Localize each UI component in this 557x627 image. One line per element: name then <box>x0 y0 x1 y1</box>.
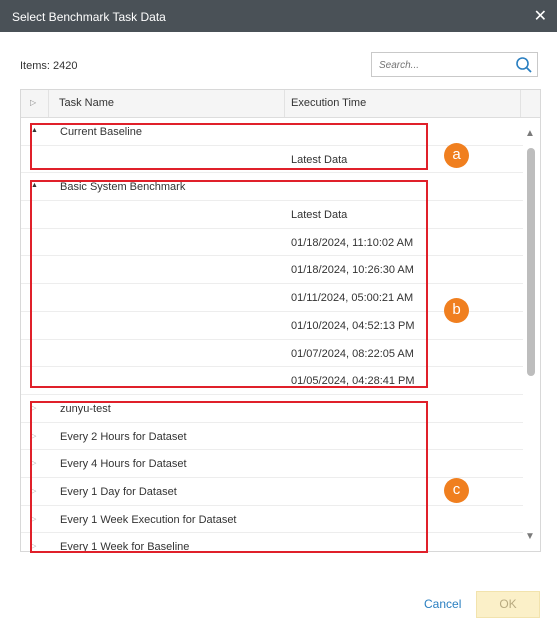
execution-time-cell: 01/18/2024, 11:10:02 AM <box>291 236 414 249</box>
table-row[interactable]: ▲ Basic System Benchmark <box>21 173 523 202</box>
execution-time-cell: 01/07/2024, 08:22:05 AM <box>291 347 414 360</box>
table-row[interactable]: 01/18/2024, 10:26:30 AM <box>21 256 523 285</box>
table-row[interactable]: ▲ Current Baseline <box>21 118 523 146</box>
table-row[interactable]: 01/07/2024, 08:22:05 AM <box>21 340 523 368</box>
close-icon[interactable]: ✕ <box>534 6 547 26</box>
expand-icon[interactable]: ▷ <box>31 459 36 467</box>
table-row[interactable]: 01/05/2024, 04:28:41 PM <box>21 367 523 395</box>
table-row[interactable]: ▷ Every 2 Hours for Dataset <box>21 423 523 451</box>
vertical-scrollbar[interactable]: ▲ ▼ <box>523 118 540 551</box>
task-name-cell: Every 4 Hours for Dataset <box>60 458 187 471</box>
expand-icon[interactable]: ▷ <box>31 487 36 495</box>
table-row[interactable]: ▷ Every 4 Hours for Dataset <box>21 450 523 478</box>
execution-time-cell: 01/18/2024, 10:26:30 AM <box>291 264 414 277</box>
table-row[interactable]: ▷ zunyu-test <box>21 395 523 423</box>
task-name-cell: Every 1 Day for Dataset <box>60 485 177 498</box>
collapse-icon[interactable]: ▲ <box>31 182 38 189</box>
scroll-up-icon[interactable]: ▲ <box>525 128 535 139</box>
column-divider <box>48 90 49 117</box>
expand-icon[interactable]: ▷ <box>31 432 36 440</box>
collapse-icon[interactable]: ▲ <box>31 127 38 134</box>
execution-time-cell: 01/10/2024, 04:52:13 PM <box>291 319 415 332</box>
search-icon[interactable] <box>515 56 533 74</box>
task-name-cell: Every 2 Hours for Dataset <box>60 430 187 443</box>
execution-time-cell: Latest Data <box>291 153 348 166</box>
column-header-task-name[interactable]: Task Name <box>59 97 114 109</box>
search-box[interactable] <box>371 52 538 77</box>
table-row[interactable]: ▷ Every 1 Week for Baseline <box>21 533 523 552</box>
task-name-cell: Basic System Benchmark <box>60 181 186 194</box>
execution-time-cell: 01/11/2024, 05:00:21 AM <box>291 292 414 305</box>
task-name-cell: zunyu-test <box>60 402 111 415</box>
grid-header: ▷ Task Name Execution Time <box>21 90 540 118</box>
column-divider[interactable] <box>284 90 285 117</box>
annotation-badge-c: c <box>444 478 469 503</box>
task-name-cell: Every 1 Week Execution for Dataset <box>60 513 237 526</box>
execution-time-cell: 01/05/2024, 04:28:41 PM <box>291 375 415 388</box>
ok-button[interactable]: OK <box>476 591 540 618</box>
annotation-badge-a: a <box>444 143 469 168</box>
scroll-down-icon[interactable]: ▼ <box>525 531 535 542</box>
expand-icon[interactable]: ▷ <box>31 404 36 412</box>
scrollbar-thumb[interactable] <box>527 148 535 376</box>
cancel-button[interactable]: Cancel <box>424 597 461 611</box>
task-name-cell: Every 1 Week for Baseline <box>60 541 190 552</box>
items-count: Items: 2420 <box>20 60 78 72</box>
dialog-title: Select Benchmark Task Data <box>12 10 166 24</box>
dialog-titlebar: Select Benchmark Task Data ✕ <box>0 0 557 32</box>
column-header-execution-time[interactable]: Execution Time <box>291 97 366 109</box>
table-row[interactable]: 01/18/2024, 11:10:02 AM <box>21 229 523 257</box>
table-row[interactable]: ▷ Every 1 Week Execution for Dataset <box>21 506 523 534</box>
annotation-badge-b: b <box>444 298 469 323</box>
expand-icon[interactable]: ▷ <box>31 542 36 550</box>
search-input[interactable] <box>377 54 511 77</box>
task-name-cell: Current Baseline <box>60 126 142 138</box>
table-row[interactable]: Latest Data <box>21 201 523 229</box>
expand-icon[interactable]: ▷ <box>31 515 36 523</box>
expand-all-icon[interactable]: ▷ <box>30 98 36 107</box>
column-divider <box>520 90 521 117</box>
execution-time-cell: Latest Data <box>291 209 348 222</box>
